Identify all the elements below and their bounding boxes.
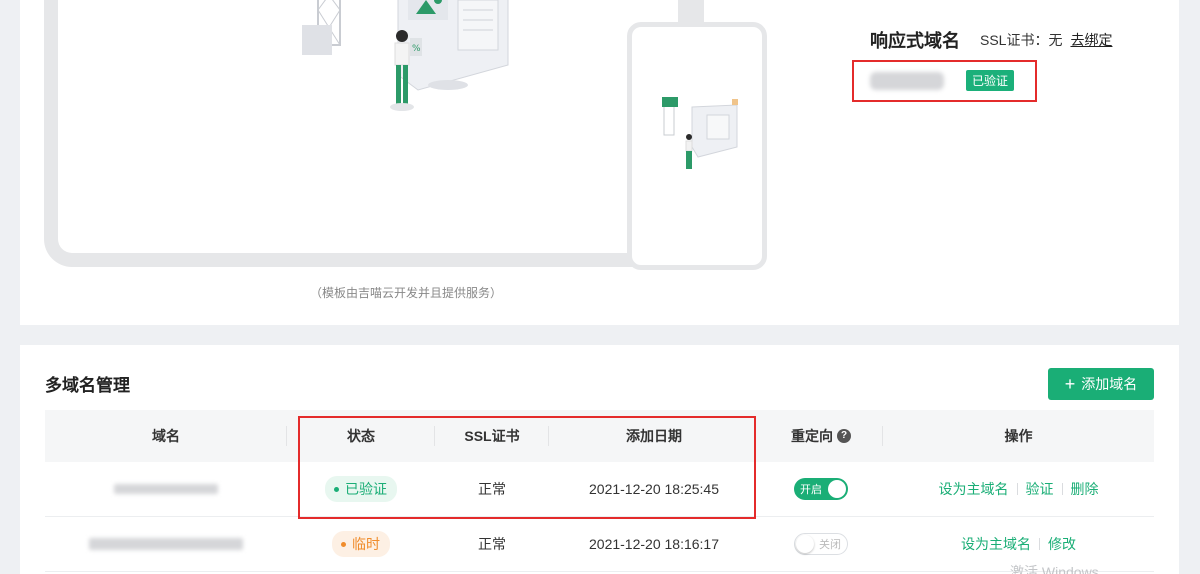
set-primary-link[interactable]: 设为主域名 bbox=[939, 479, 1009, 499]
template-preview-card: % （模板由吉喵云开发并且提供服务） 响应式域名 SSL证书：无 去绑定 已验证 bbox=[20, 0, 1179, 325]
blurred-domain bbox=[89, 538, 243, 550]
table-row: 临时 正常 2021-12-20 18:16:17 关闭 设为主域名 修改 bbox=[45, 517, 1154, 572]
col-actions: 操作 bbox=[1004, 428, 1033, 444]
divider bbox=[1039, 538, 1040, 550]
status-cell: 临时 bbox=[287, 517, 435, 571]
bind-ssl-link[interactable]: 去绑定 bbox=[1070, 32, 1112, 48]
date-cell: 2021-12-20 18:16:17 bbox=[589, 536, 719, 552]
svg-text:%: % bbox=[412, 44, 421, 54]
divider bbox=[1061, 483, 1063, 495]
ssl-cell: 正常 bbox=[478, 536, 506, 552]
plus-icon: + bbox=[1064, 374, 1076, 394]
mobile-illustration bbox=[662, 97, 738, 169]
multi-domain-title: 多域名管理 bbox=[45, 376, 130, 395]
add-domain-button[interactable]: + 添加域名 bbox=[1048, 368, 1154, 400]
col-redirect-label: 重定向 bbox=[791, 428, 833, 444]
blurred-domain bbox=[114, 484, 218, 494]
template-note: （模板由吉喵云开发并且提供服务） bbox=[310, 286, 503, 300]
verify-link[interactable]: 验证 bbox=[1026, 479, 1054, 499]
verified-badge: 已验证 bbox=[966, 70, 1015, 91]
redirect-toggle[interactable]: 开启 bbox=[794, 478, 848, 500]
help-icon[interactable]: ? bbox=[837, 429, 851, 443]
ssl-label: SSL证书：无 bbox=[980, 32, 1063, 48]
toggle-label: 开启 bbox=[800, 484, 822, 496]
windows-watermark: 激活 Windows bbox=[1010, 564, 1099, 574]
redirect-cell: 关闭 bbox=[759, 517, 883, 571]
toggle-label: 关闭 bbox=[819, 539, 841, 551]
edit-link[interactable]: 修改 bbox=[1048, 534, 1076, 554]
toggle-knob bbox=[828, 480, 846, 498]
mobile-preview-frame bbox=[627, 22, 767, 270]
divider bbox=[1016, 483, 1018, 495]
status-text: 临时 bbox=[352, 536, 380, 552]
actions-cell: 设为主域名 验证 删除 bbox=[883, 462, 1154, 516]
delete-link[interactable]: 删除 bbox=[1071, 479, 1099, 499]
responsive-domain-highlight: 已验证 bbox=[852, 60, 1037, 102]
add-domain-label: 添加域名 bbox=[1081, 376, 1138, 392]
desktop-illustration: % bbox=[302, 0, 509, 111]
status-dot-icon bbox=[341, 541, 346, 547]
blurred-domain bbox=[870, 72, 944, 90]
domain-cell bbox=[45, 462, 287, 516]
responsive-ssl-status: SSL证书：无 去绑定 bbox=[980, 30, 1112, 50]
responsive-domain-title: 响应式域名 bbox=[870, 31, 960, 51]
redirect-toggle[interactable]: 关闭 bbox=[794, 533, 848, 555]
status-columns-highlight bbox=[298, 416, 756, 519]
col-domain: 域名 bbox=[45, 410, 287, 462]
redirect-cell: 开启 bbox=[759, 462, 883, 516]
col-redirect: 重定向 ? bbox=[759, 410, 883, 462]
desktop-preview-frame: % bbox=[44, 0, 704, 267]
toggle-knob bbox=[796, 535, 814, 553]
set-primary-link[interactable]: 设为主域名 bbox=[961, 534, 1031, 554]
domain-cell bbox=[45, 517, 287, 571]
status-badge: 临时 bbox=[332, 531, 390, 557]
